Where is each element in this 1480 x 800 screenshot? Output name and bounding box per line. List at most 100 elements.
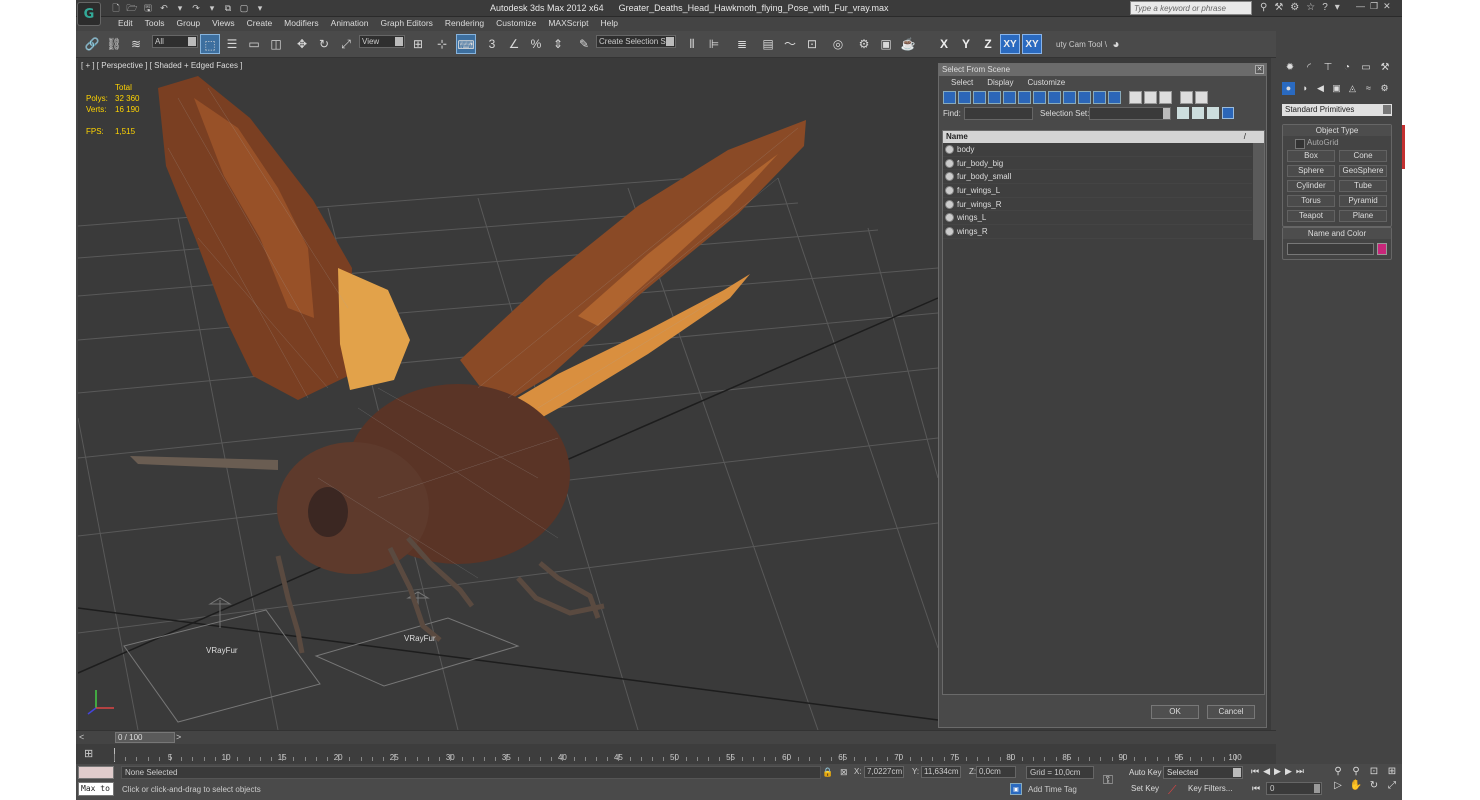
key-filter-icon[interactable]: ⟋ [1168,783,1176,798]
menu-group[interactable]: Group [171,17,207,31]
zoom-icon[interactable]: ⚲ [1331,766,1345,777]
communication-icon[interactable]: ⚙ [1290,2,1299,13]
set-key-mode-icon[interactable]: ⚿ [1103,772,1113,788]
filter-funnel-icon[interactable] [1180,91,1193,104]
redo-icon[interactable]: ↷ [190,2,202,14]
restrict-plane-cycle-button[interactable]: XY [1022,34,1042,54]
undo-icon[interactable]: ↶ [158,2,170,14]
menu-animation[interactable]: Animation [325,17,375,31]
restrict-to-z-button[interactable]: Z [978,34,998,54]
filter-frozen-icon[interactable] [1093,91,1106,104]
tube-button[interactable]: Tube [1339,180,1387,192]
restrict-to-x-button[interactable]: X [934,34,954,54]
name-column-header[interactable]: Name / [943,131,1264,143]
lock-selection-icon[interactable]: 🔒 [822,767,833,778]
select-scale-icon[interactable]: ⤢ [336,34,356,54]
edit-named-selection-icon[interactable]: ✎ [574,34,594,54]
reference-coordinate-dropdown[interactable]: View [359,35,405,48]
pivot-center-icon[interactable]: ⊞ [408,34,428,54]
new-file-icon[interactable]: 🗋 [110,2,122,14]
go-to-start-icon[interactable]: ⏮ [1251,766,1259,777]
filter-cameras-icon[interactable] [988,91,1001,104]
list-scrollbar[interactable] [1253,143,1264,240]
list-item[interactable]: fur_body_small [943,170,1252,185]
hierarchy-tab-icon[interactable]: ⊤ [1320,61,1336,75]
restore-icon[interactable]: ❐ [1370,1,1378,12]
help-dropdown-icon[interactable]: ▾ [1335,2,1340,13]
dialog-menu-display[interactable]: Display [987,78,1013,88]
list-item[interactable]: fur_body_big [943,157,1252,171]
z-coordinate-field[interactable]: 0,0cm [976,766,1016,778]
key-selection-set-dropdown[interactable]: Selected [1163,766,1243,779]
schematic-view-icon[interactable]: ⊡ [802,34,822,54]
sync-selection-icon[interactable] [1222,107,1234,119]
selection-set-dropdown[interactable] [1089,107,1171,120]
menu-modifiers[interactable]: Modifiers [278,17,324,31]
filter-bones-icon[interactable] [1063,91,1076,104]
key-mode-toggle-icon[interactable]: ⏮ [1252,783,1260,794]
time-slider-prev-icon[interactable]: < [79,732,84,742]
play-icon[interactable]: ▶ [1274,766,1281,777]
cancel-button[interactable]: Cancel [1207,705,1255,719]
rectangular-selection-icon[interactable]: ▭ [244,34,264,54]
zoom-extents-icon[interactable]: ⊡ [1367,766,1381,777]
zoom-extents-all-icon[interactable]: ⊞ [1385,766,1399,777]
key-filters-button[interactable]: Key Filters... [1188,784,1232,793]
dialog-menu-select[interactable]: Select [951,78,973,88]
dialog-close-icon[interactable]: ✕ [1255,65,1264,74]
auto-key-button[interactable]: Auto Key [1129,768,1161,777]
app-menu-button[interactable]: G [77,2,101,26]
moth-model[interactable] [130,76,806,654]
filter-xrefs-icon[interactable] [1048,91,1061,104]
object-type-header[interactable]: Object Type [1283,125,1391,136]
percent-snap-icon[interactable]: % [526,34,546,54]
layer-manager-icon[interactable]: ≣ [732,34,752,54]
named-selection-sets-dropdown[interactable]: Create Selection Se [596,35,676,48]
filter-geometry-icon[interactable] [943,91,956,104]
maximize-viewport-icon[interactable]: ⤢ [1385,780,1399,791]
menu-rendering[interactable]: Rendering [439,17,490,31]
select-by-name-icon[interactable]: ☰ [222,34,242,54]
torus-button[interactable]: Torus [1287,195,1335,207]
close-icon[interactable]: ✕ [1383,1,1391,12]
time-tag-icon[interactable]: ▣ [1010,783,1022,795]
menu-tools[interactable]: Tools [139,17,171,31]
fetch-icon[interactable]: ▢ [238,2,250,14]
menu-create[interactable]: Create [241,17,279,31]
maxscript-listener-field[interactable] [78,766,114,779]
current-frame-field[interactable]: 0 [1266,782,1322,795]
dialog-menu-customize[interactable]: Customize [1027,78,1065,88]
find-input[interactable] [964,107,1033,120]
helpers-category-icon[interactable]: ◬ [1346,82,1359,95]
name-and-color-header[interactable]: Name and Color [1283,228,1391,239]
primitive-type-dropdown[interactable]: Standard Primitives [1282,104,1392,116]
field-of-view-icon[interactable]: ▷ [1331,780,1345,791]
menu-edit[interactable]: Edit [112,17,139,31]
select-manipulate-icon[interactable]: ⊹ [432,34,452,54]
viewport-label-menu[interactable]: [ + ] [ Perspective ] [ Shaded + Edged F… [81,61,242,70]
lights-category-icon[interactable]: ◀ [1314,82,1327,95]
spinner-snap-icon[interactable]: ⇕ [548,34,568,54]
x-coordinate-field[interactable]: 7,0227cm [864,766,904,778]
snaps-toggle-icon[interactable]: 3 [482,34,502,54]
display-tab-icon[interactable]: ▭ [1358,61,1374,75]
menu-graph-editors[interactable]: Graph Editors [374,17,438,31]
teapot-button[interactable]: Teapot [1287,210,1335,222]
cam-tool-icon[interactable]: ◕ [1106,34,1126,54]
undo-dropdown-icon[interactable]: ▾ [174,2,186,14]
open-file-icon[interactable]: 🗁 [126,2,138,14]
angle-snap-icon[interactable]: ∠ [504,34,524,54]
box-button[interactable]: Box [1287,150,1335,162]
redo-dropdown-icon[interactable]: ▾ [206,2,218,14]
list-item[interactable]: fur_wings_R [943,198,1252,212]
cone-button[interactable]: Cone [1339,150,1387,162]
binoculars-icon[interactable]: ⚲ [1260,2,1267,13]
object-color-swatch[interactable] [1376,243,1387,255]
select-invert-icon[interactable] [1207,107,1219,119]
pyramid-button[interactable]: Pyramid [1339,195,1387,207]
render-production-icon[interactable]: ☕ [898,34,918,54]
shapes-category-icon[interactable]: ◑ [1298,82,1311,95]
select-rotate-icon[interactable]: ↻ [314,34,334,54]
select-move-icon[interactable]: ✥ [292,34,312,54]
help-search-input[interactable]: Type a keyword or phrase [1130,1,1252,15]
